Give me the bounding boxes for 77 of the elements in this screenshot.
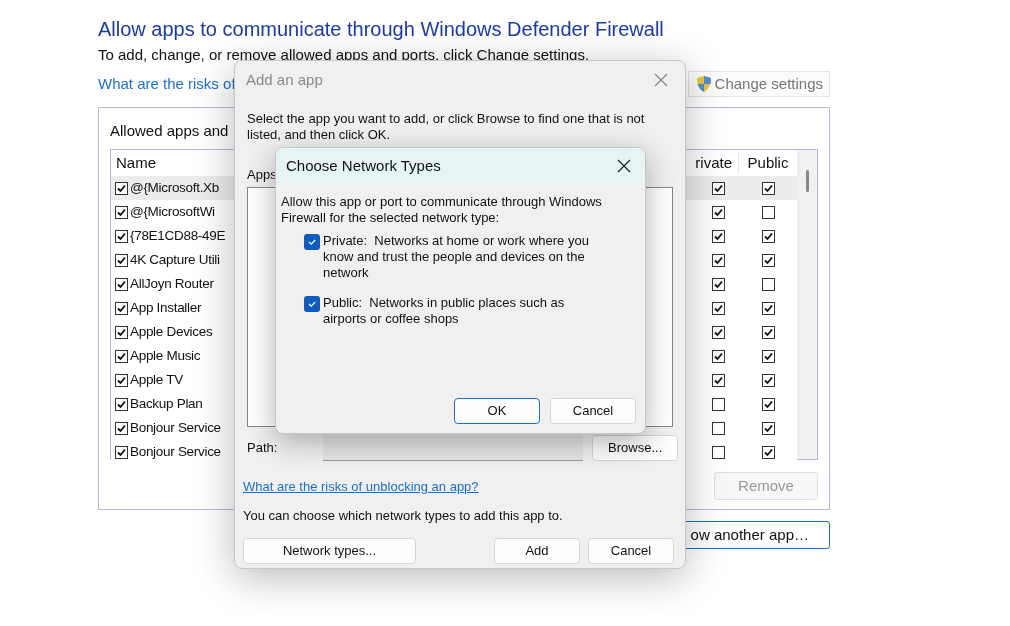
app-name: App Installer (130, 298, 202, 317)
column-header[interactable]: Name (111, 151, 236, 175)
checkbox[interactable] (711, 373, 725, 387)
checkbox[interactable] (711, 445, 725, 459)
dialog-title: Add an app (246, 69, 323, 90)
checkbox[interactable] (115, 301, 128, 315)
checkbox[interactable] (711, 277, 725, 291)
checkbox[interactable] (115, 253, 128, 267)
checkbox[interactable] (761, 205, 775, 219)
checkbox[interactable] (304, 296, 320, 312)
dialog-title: Choose Network Types (286, 155, 441, 176)
change-settings-button[interactable]: Change settings (687, 71, 830, 97)
checkbox[interactable] (711, 349, 725, 363)
checkbox[interactable] (761, 349, 775, 363)
checkbox[interactable] (115, 397, 128, 411)
cancel-button[interactable]: Cancel (588, 537, 674, 564)
checkbox[interactable] (761, 301, 775, 315)
checkbox[interactable] (761, 445, 775, 459)
checkbox[interactable] (711, 229, 725, 243)
app-name: @{Microsoft.Xb (130, 178, 220, 197)
app-name: Bonjour Service (130, 418, 221, 437)
instruction-text: Select the app you want to add, or click Browse to find one that is not listed, and then click OK. (246, 111, 646, 143)
checkbox[interactable] (115, 325, 128, 339)
checkbox[interactable] (761, 421, 775, 435)
network-note: You can choose which network types to add this app to. (242, 507, 564, 525)
scrollbar[interactable] (797, 150, 817, 459)
column-header[interactable]: Public (739, 151, 797, 175)
checkbox[interactable] (761, 253, 775, 267)
checkbox[interactable] (761, 229, 775, 243)
intro-text: Allow this app or port to communicate through Windows Firewall for the selected network type: (280, 194, 603, 226)
app-name: Apple Music (130, 346, 201, 365)
checkbox[interactable] (711, 325, 725, 339)
option-label: Public: Networks in public places such as airports or coffee shops (323, 295, 566, 327)
path-label: Path: (247, 438, 279, 457)
app-name: Apple TV (130, 370, 183, 389)
checkbox[interactable] (115, 349, 128, 363)
ok-button[interactable]: OK (454, 398, 540, 424)
checkbox[interactable] (711, 205, 725, 219)
cancel-button[interactable]: Cancel (550, 398, 636, 424)
apps-label: Apps (247, 167, 277, 182)
shield-icon (694, 75, 713, 93)
checkbox[interactable] (711, 181, 725, 195)
column-header[interactable]: rivate (689, 151, 739, 175)
app-name: 4K Capture Utili (130, 250, 220, 269)
network-types-button[interactable]: Network types... (243, 537, 416, 564)
checkbox[interactable] (711, 253, 725, 267)
checkbox[interactable] (115, 229, 128, 243)
checkbox[interactable] (304, 234, 320, 250)
checkbox[interactable] (115, 277, 128, 291)
checkbox[interactable] (761, 277, 775, 291)
page-title: Allow apps to communicate through Windows Defender Firewall (98, 17, 665, 42)
check-icon (307, 299, 317, 309)
checkbox[interactable] (761, 325, 775, 339)
checkbox[interactable] (115, 205, 128, 219)
checkbox[interactable] (115, 373, 128, 387)
add-button[interactable]: Add (494, 537, 580, 564)
checkbox[interactable] (115, 445, 128, 459)
app-name: Backup Plan (130, 394, 203, 413)
checkbox[interactable] (761, 181, 775, 195)
checkbox[interactable] (115, 181, 128, 195)
group-label: Allowed apps and (110, 122, 229, 139)
app-name: Apple Devices (130, 322, 213, 341)
checkbox[interactable] (761, 373, 775, 387)
close-icon[interactable] (617, 159, 631, 173)
risks-link[interactable]: What are the risks of unblocking an app? (243, 478, 479, 494)
app-name: AllJoyn Router (130, 274, 214, 293)
checkbox[interactable] (711, 301, 725, 315)
browse-button[interactable]: Browse... (592, 434, 678, 461)
checkbox[interactable] (711, 397, 725, 411)
app-name: {78E1CD88-49E (130, 226, 226, 245)
checkbox[interactable] (761, 397, 775, 411)
checkbox[interactable] (711, 421, 725, 435)
checkbox[interactable] (115, 421, 128, 435)
app-name: Bonjour Service (130, 442, 221, 461)
check-icon (307, 237, 317, 247)
option-label: Private: Networks at home or work where you know and trust the people and devices on the network (323, 233, 590, 281)
app-name: @{MicrosoftWi (130, 202, 215, 221)
